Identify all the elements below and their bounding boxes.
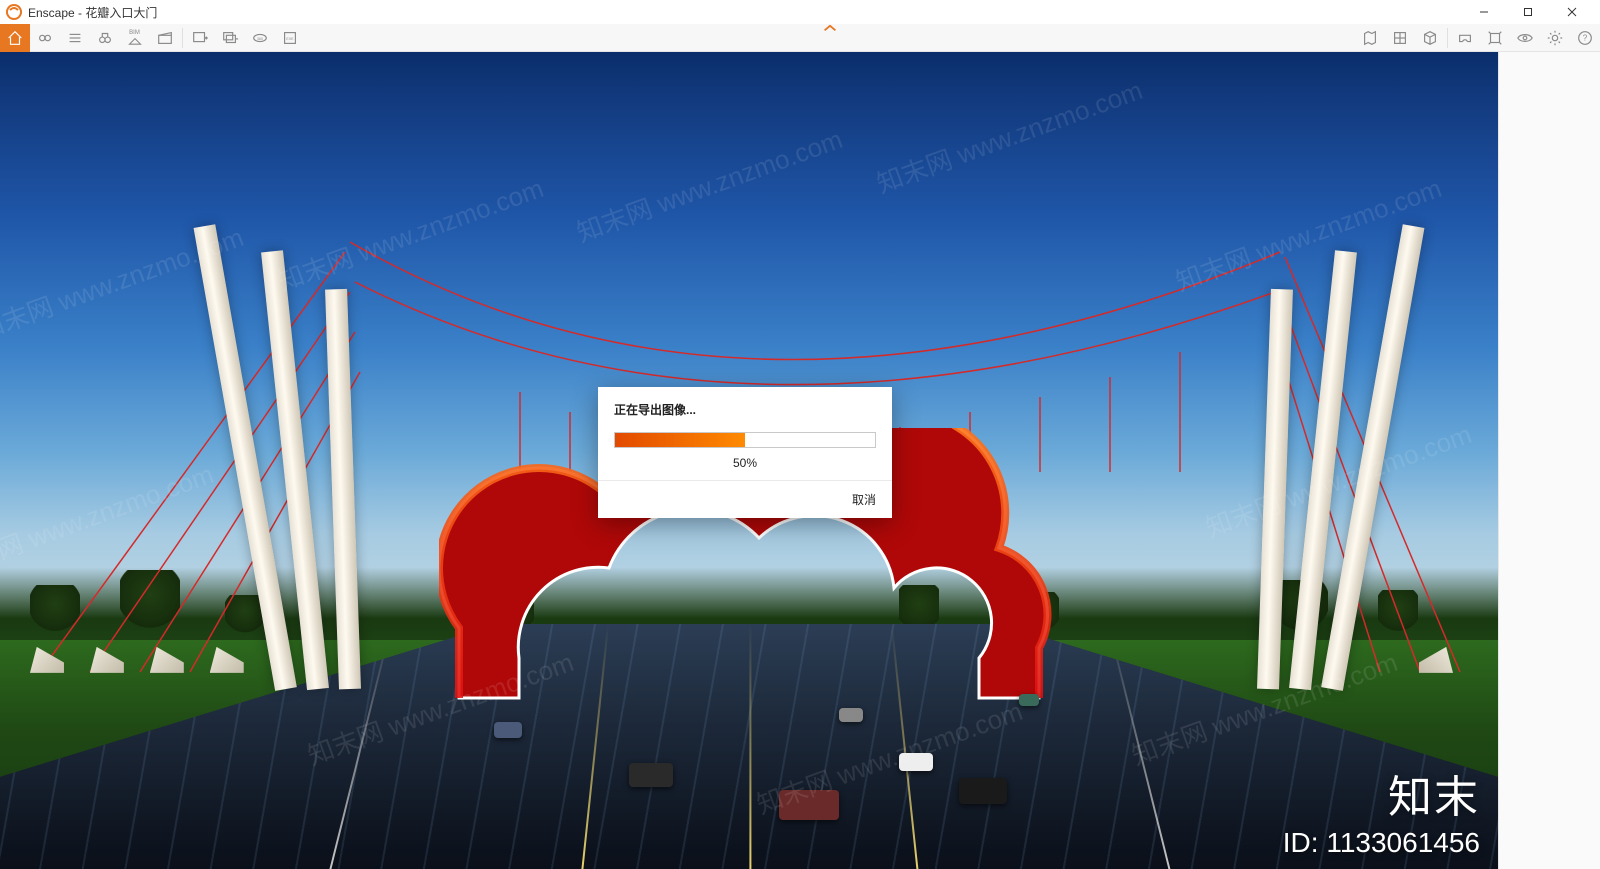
window-title: Enscape - 花瓣入口大门: [28, 4, 157, 21]
right-panel: [1498, 52, 1600, 869]
app-logo-icon: [6, 4, 22, 20]
progress-bar: [614, 432, 876, 448]
maximize-button[interactable]: [1506, 0, 1550, 24]
progress-percent-label: 50%: [614, 456, 876, 470]
toolbar-expand-icon[interactable]: [818, 24, 842, 34]
asset-library-icon[interactable]: [1385, 24, 1415, 52]
toolbar-separator: [182, 28, 183, 48]
clapperboard-icon[interactable]: [150, 24, 180, 52]
map-icon[interactable]: [1355, 24, 1385, 52]
minimize-button[interactable]: [1462, 0, 1506, 24]
bim-icon[interactable]: BIM: [120, 24, 150, 52]
cancel-button[interactable]: 取消: [852, 491, 876, 508]
link-icon[interactable]: [30, 24, 60, 52]
export-progress-dialog: 正在导出图像... 50% 取消: [598, 387, 892, 518]
exe-export-icon[interactable]: EXE: [275, 24, 305, 52]
render-viewport[interactable]: 知末网 www.znzmo.com 知末网 www.znzmo.com 知末网 …: [0, 52, 1498, 869]
depth-icon[interactable]: [1480, 24, 1510, 52]
pano360-icon[interactable]: 360: [245, 24, 275, 52]
view-icon[interactable]: [1510, 24, 1540, 52]
svg-text:EXE: EXE: [286, 36, 294, 40]
svg-text:360: 360: [257, 36, 263, 40]
svg-text:?: ?: [1582, 33, 1587, 42]
dialog-title: 正在导出图像...: [614, 401, 876, 418]
image-export-icon[interactable]: [185, 24, 215, 52]
settings-icon[interactable]: [1540, 24, 1570, 52]
cube-icon[interactable]: [1415, 24, 1445, 52]
binoculars-icon[interactable]: [90, 24, 120, 52]
home-icon[interactable]: [0, 24, 30, 52]
help-icon[interactable]: ?: [1570, 24, 1600, 52]
vr-icon[interactable]: [1450, 24, 1480, 52]
toolbar-separator: [1447, 28, 1448, 48]
menu-icon[interactable]: [60, 24, 90, 52]
watermark-id: ID: 1133061456: [1283, 827, 1480, 859]
close-button[interactable]: [1550, 0, 1594, 24]
title-bar: Enscape - 花瓣入口大门: [0, 0, 1600, 24]
watermark-logo: 知末: [1388, 761, 1480, 825]
progress-fill: [615, 433, 745, 447]
batch-export-icon[interactable]: [215, 24, 245, 52]
main-toolbar: BIM 360 EXE ?: [0, 24, 1600, 52]
